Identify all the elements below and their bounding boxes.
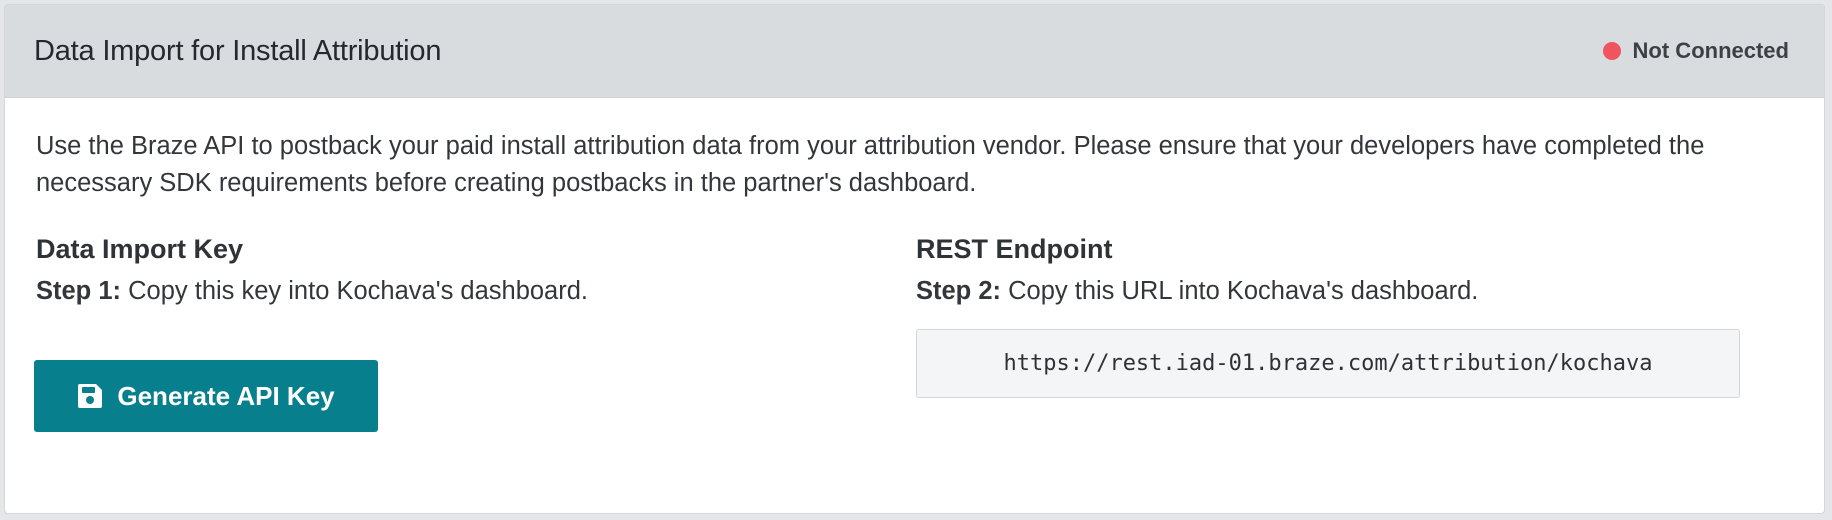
step-1-text: Copy this key into Kochava's dashboard. <box>121 277 588 305</box>
data-import-key-title: Data Import Key <box>36 234 244 264</box>
step-1: Step 1: Copy this key into Kochava's das… <box>36 273 916 309</box>
connection-status: Not Connected <box>1602 38 1789 64</box>
step-2: Step 2: Copy this URL into Kochava's das… <box>916 273 1736 309</box>
status-dot-icon <box>1602 42 1621 60</box>
save-icon <box>77 383 103 409</box>
rest-endpoint-url[interactable]: https://rest.iad-01.braze.com/attributio… <box>916 329 1740 398</box>
generate-api-key-button[interactable]: Generate API Key <box>34 360 378 432</box>
status-label: Not Connected <box>1632 38 1789 63</box>
rest-endpoint-section: REST Endpoint Step 2: Copy this URL into… <box>916 229 1740 432</box>
integration-card: Data Import for Install Attribution Not … <box>4 4 1825 514</box>
description-text: Use the Braze API to postback your paid … <box>36 132 1705 197</box>
step-1-label: Step 1: <box>36 277 122 305</box>
card-body: Use the Braze API to postback your paid … <box>5 98 1824 432</box>
generate-api-key-label: Generate API Key <box>117 380 335 411</box>
rest-endpoint-title: REST Endpoint <box>916 234 1113 264</box>
card-header: Data Import for Install Attribution Not … <box>5 5 1824 98</box>
step-2-text: Copy this URL into Kochava's dashboard. <box>1001 277 1479 305</box>
data-import-key-section: Data Import Key Step 1: Copy this key in… <box>34 229 916 432</box>
columns: Data Import Key Step 1: Copy this key in… <box>34 229 1793 432</box>
card-title: Data Import for Install Attribution <box>34 34 442 67</box>
step-2-label: Step 2: <box>916 277 1002 305</box>
